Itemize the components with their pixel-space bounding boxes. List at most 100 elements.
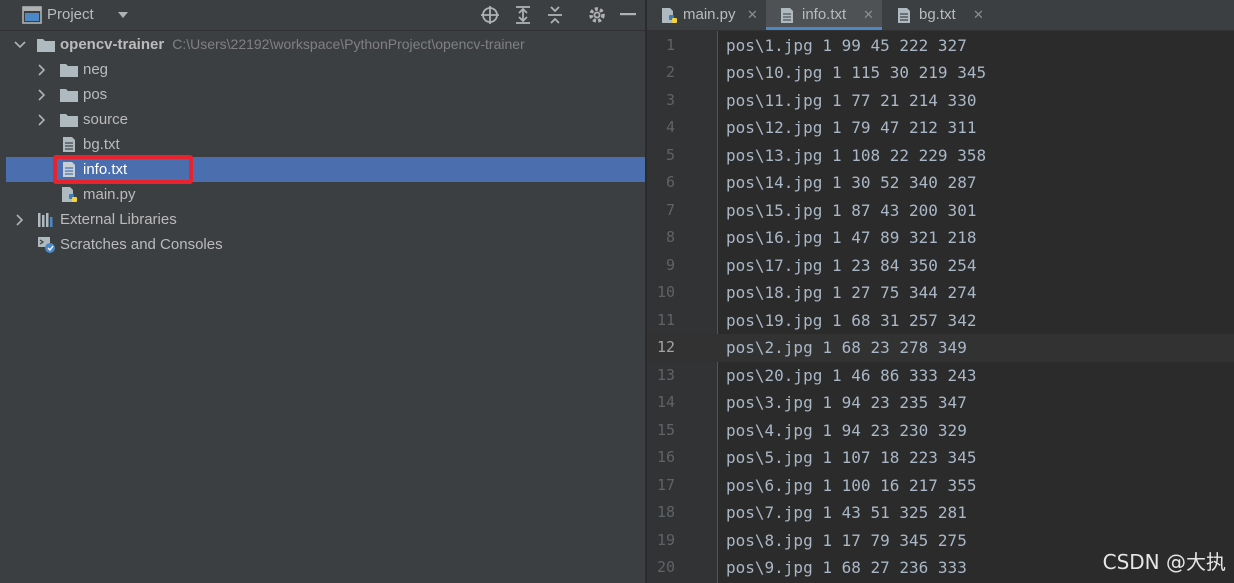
- code-line[interactable]: 18 pos\7.jpg 1 43 51 325 281: [647, 499, 1234, 527]
- line-number: 11: [656, 310, 675, 329]
- code-line[interactable]: 13 pos\20.jpg 1 46 86 333 243: [647, 362, 1234, 390]
- code-line[interactable]: 2 pos\10.jpg 1 115 30 219 345: [647, 59, 1234, 87]
- line-text[interactable]: pos\11.jpg 1 77 21 214 330: [726, 87, 976, 115]
- line-text[interactable]: pos\12.jpg 1 79 47 212 311: [726, 114, 976, 142]
- close-icon[interactable]: ✕: [747, 0, 758, 30]
- line-text[interactable]: pos\4.jpg 1 94 23 230 329: [726, 417, 967, 445]
- close-icon[interactable]: ✕: [863, 0, 874, 30]
- code-line[interactable]: 4 pos\12.jpg 1 79 47 212 311: [647, 114, 1234, 142]
- line-text[interactable]: pos\8.jpg 1 17 79 345 275: [726, 527, 967, 555]
- chevron-right-icon[interactable]: [38, 89, 46, 101]
- code-line[interactable]: 1 pos\1.jpg 1 99 45 222 327: [647, 32, 1234, 60]
- minimize-icon[interactable]: [620, 13, 636, 17]
- watermark: CSDN @大执: [1102, 550, 1226, 574]
- tree-item-external-libraries[interactable]: External Libraries: [0, 207, 645, 232]
- line-text[interactable]: pos\18.jpg 1 27 75 344 274: [726, 279, 976, 307]
- highlight-annotation-box: [53, 155, 193, 184]
- line-text[interactable]: pos\5.jpg 1 107 18 223 345: [726, 444, 976, 472]
- folder-icon: [60, 89, 78, 102]
- line-text[interactable]: pos\17.jpg 1 23 84 350 254: [726, 252, 976, 280]
- line-number: 15: [656, 420, 675, 439]
- line-text[interactable]: pos\9.jpg 1 68 27 236 333: [726, 554, 967, 582]
- folder-icon: [60, 64, 78, 77]
- code-line[interactable]: 8 pos\16.jpg 1 47 89 321 218: [647, 224, 1234, 252]
- line-number: 20: [656, 558, 675, 576]
- collapse-all-icon[interactable]: [546, 5, 564, 25]
- code-line[interactable]: 11 pos\19.jpg 1 68 31 257 342: [647, 307, 1234, 335]
- tree-item-scratches[interactable]: Scratches and Consoles: [0, 232, 645, 257]
- code-line[interactable]: 14 pos\3.jpg 1 94 23 235 347: [647, 389, 1234, 417]
- line-text[interactable]: pos\13.jpg 1 108 22 229 358: [726, 142, 986, 170]
- line-number: 2: [665, 63, 675, 81]
- tab-info-txt[interactable]: info.txt ✕: [766, 0, 882, 30]
- tree-item-main-py[interactable]: main.py: [0, 182, 645, 207]
- line-number: 8: [665, 228, 675, 246]
- line-number: 4: [665, 118, 675, 136]
- tree-item-neg[interactable]: neg: [0, 57, 645, 82]
- tab-bg-txt[interactable]: bg.txt ✕: [883, 0, 993, 30]
- line-text[interactable]: pos\14.jpg 1 30 52 340 287: [726, 169, 976, 197]
- editor-area[interactable]: 1 pos\1.jpg 1 99 45 222 327 2 pos\10.jpg 1 …: [647, 31, 1234, 583]
- tab-label: main.py: [683, 6, 736, 23]
- tree-item-label: pos: [83, 86, 108, 103]
- project-path: C:\Users\22192\workspace\PythonProject\o…: [172, 36, 525, 52]
- project-panel: Project opencv-trainer C:\Users\22192\wo…: [0, 0, 645, 583]
- line-text[interactable]: pos\16.jpg 1 47 89 321 218: [726, 224, 976, 252]
- code-line[interactable]: 3 pos\11.jpg 1 77 21 214 330: [647, 87, 1234, 115]
- tree-item-root[interactable]: opencv-trainer C:\Users\22192\workspace\P…: [0, 32, 645, 57]
- gear-icon[interactable]: [587, 5, 607, 25]
- expand-all-icon[interactable]: [514, 5, 532, 25]
- project-name: opencv-trainer: [60, 36, 165, 53]
- text-file-icon: [63, 137, 75, 152]
- folder-icon: [37, 39, 55, 52]
- folder-icon: [60, 114, 78, 127]
- tree-item-label: source: [83, 111, 129, 128]
- chevron-right-icon[interactable]: [38, 114, 46, 126]
- python-file-icon: [62, 187, 77, 202]
- python-file-icon: [662, 8, 677, 23]
- code-line[interactable]: 12 pos\2.jpg 1 68 23 278 349: [647, 334, 1234, 362]
- chevron-right-icon[interactable]: [38, 64, 46, 76]
- editor-tab-bar: main.py ✕ info.txt ✕ bg.txt ✕: [647, 0, 1234, 31]
- close-icon[interactable]: ✕: [973, 0, 984, 30]
- line-text[interactable]: pos\1.jpg 1 99 45 222 327: [726, 32, 967, 60]
- tab-label: bg.txt: [919, 6, 956, 23]
- tree-item-label: bg.txt: [83, 136, 120, 153]
- tree-item-label: main.py: [83, 186, 136, 203]
- chevron-down-icon[interactable]: [117, 11, 129, 19]
- chevron-right-icon[interactable]: [16, 214, 24, 226]
- code-line[interactable]: 16 pos\5.jpg 1 107 18 223 345: [647, 444, 1234, 472]
- tree-root-label: opencv-trainer C:\Users\22192\workspace\P…: [60, 32, 525, 57]
- text-file-icon: [781, 8, 793, 23]
- code-line[interactable]: 15 pos\4.jpg 1 94 23 230 329: [647, 417, 1234, 445]
- line-text[interactable]: pos\3.jpg 1 94 23 235 347: [726, 389, 967, 417]
- tree-item-bg-txt[interactable]: bg.txt: [0, 132, 645, 157]
- line-text[interactable]: pos\19.jpg 1 68 31 257 342: [726, 307, 976, 335]
- line-text[interactable]: pos\15.jpg 1 87 43 200 301: [726, 197, 976, 225]
- scratches-icon: [38, 237, 55, 253]
- line-text[interactable]: pos\10.jpg 1 115 30 219 345: [726, 59, 986, 87]
- code-line[interactable]: 7 pos\15.jpg 1 87 43 200 301: [647, 197, 1234, 225]
- project-panel-title[interactable]: Project: [47, 6, 94, 23]
- tree-item-label: Scratches and Consoles: [60, 236, 223, 253]
- line-text[interactable]: pos\6.jpg 1 100 16 217 355: [726, 472, 976, 500]
- line-text[interactable]: pos\20.jpg 1 46 86 333 243: [726, 362, 976, 390]
- line-text[interactable]: pos\2.jpg 1 68 23 278 349: [726, 334, 967, 362]
- chevron-down-icon[interactable]: [14, 41, 26, 49]
- library-icon: [38, 213, 53, 227]
- tab-main-py[interactable]: main.py ✕: [647, 0, 765, 30]
- code-line[interactable]: 6 pos\14.jpg 1 30 52 340 287: [647, 169, 1234, 197]
- line-number: 19: [656, 530, 675, 549]
- tree-item-label: External Libraries: [60, 211, 177, 228]
- locate-file-icon[interactable]: [480, 5, 500, 25]
- tree-item-pos[interactable]: pos: [0, 82, 645, 107]
- line-number: 6: [665, 173, 675, 191]
- line-number: 14: [656, 393, 675, 411]
- code-line[interactable]: 10 pos\18.jpg 1 27 75 344 274: [647, 279, 1234, 307]
- code-line[interactable]: 9 pos\17.jpg 1 23 84 350 254: [647, 252, 1234, 280]
- code-line[interactable]: 17 pos\6.jpg 1 100 16 217 355: [647, 472, 1234, 500]
- tree-item-source[interactable]: source: [0, 107, 645, 132]
- line-number: 12: [656, 338, 675, 356]
- line-text[interactable]: pos\7.jpg 1 43 51 325 281: [726, 499, 967, 527]
- code-line[interactable]: 5 pos\13.jpg 1 108 22 229 358: [647, 142, 1234, 170]
